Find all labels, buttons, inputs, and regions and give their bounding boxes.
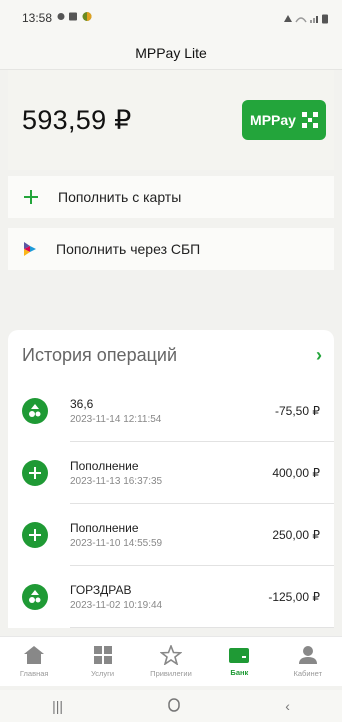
nav-item-services[interactable]: Услуги — [73, 645, 133, 678]
star-icon — [159, 645, 182, 665]
operation-amount: -125,00 ₽ — [268, 590, 320, 604]
topup-card-button[interactable]: Пополнить с карты — [8, 176, 334, 218]
nav-item-privileges[interactable]: Привилегии — [141, 645, 201, 678]
topup-sbp-button[interactable]: Пополнить через СБП — [8, 228, 334, 270]
nav-label-home: Главная — [19, 669, 49, 678]
pharmacy-icon — [22, 584, 48, 610]
wallet-icon — [229, 648, 250, 663]
operation-row[interactable]: ГОРЗДРАВ 2023-11-02 10:19:44 -125,00 ₽ — [8, 566, 334, 628]
operation-title: Пополнение — [70, 521, 139, 535]
pharmacy-icon — [22, 398, 48, 424]
operations-history: История операций › 36,6 2023-11-14 12:11… — [8, 330, 334, 628]
topup-sbp-label: Пополнить через СБП — [56, 241, 201, 257]
home-circle-icon[interactable] — [167, 697, 181, 715]
status-bar: 13:58 — [0, 0, 342, 36]
balance-amount: 593,59 ₽ — [22, 104, 132, 135]
nav-label-bank: Банк — [230, 668, 249, 677]
history-title: История операций — [22, 344, 178, 365]
notification-icons — [57, 11, 95, 25]
home-icon — [24, 646, 45, 664]
operation-title: ГОРЗДРАВ — [70, 583, 132, 597]
nav-label-cabinet: Кабинет — [293, 669, 323, 678]
sbp-logo-icon — [24, 242, 36, 256]
nav-label-services: Услуги — [91, 669, 115, 678]
app-title: MPPay Lite — [135, 44, 207, 61]
operation-row[interactable]: Пополнение 2023-11-13 16:37:35 400,00 ₽ — [8, 442, 334, 504]
status-right — [282, 13, 330, 24]
operation-amount: -75,50 ₽ — [275, 404, 320, 418]
operation-amount: 400,00 ₽ — [272, 466, 320, 480]
bottom-nav: Главная Услуги Привилегии Банк Кабинет — [0, 636, 342, 686]
system-status-icons — [284, 14, 328, 23]
nav-item-home[interactable]: Главная — [4, 645, 64, 678]
nav-item-bank[interactable]: Банк — [209, 646, 269, 677]
status-left: 13:58 — [22, 11, 95, 25]
app-header: MPPay Lite — [0, 36, 342, 70]
operation-row[interactable]: Пополнение 2023-11-10 14:55:59 250,00 ₽ — [8, 504, 334, 566]
back-icon[interactable]: ‹ — [285, 698, 290, 714]
grid-icon — [93, 646, 112, 664]
status-time: 13:58 — [22, 11, 53, 25]
history-header[interactable]: История операций › — [8, 330, 334, 380]
plus-icon — [22, 188, 40, 206]
plus-icon — [22, 522, 48, 548]
operation-amount: 250,00 ₽ — [272, 528, 320, 542]
topup-card-label: Пополнить с карты — [58, 189, 182, 205]
operation-row[interactable]: 36,6 2023-11-14 12:11:54 -75,50 ₽ — [8, 380, 334, 442]
operation-date: 2023-11-02 10:19:44 — [70, 600, 163, 611]
user-icon — [298, 646, 317, 664]
recent-apps-icon[interactable]: ||| — [52, 698, 63, 714]
operation-date: 2023-11-13 16:37:35 — [70, 476, 163, 487]
nav-item-cabinet[interactable]: Кабинет — [278, 645, 338, 678]
operation-date: 2023-11-14 12:11:54 — [70, 414, 162, 425]
mppay-qr-button[interactable]: MPPay — [242, 100, 326, 140]
mppay-label: MPPay — [250, 112, 296, 128]
qr-code-icon — [301, 112, 318, 128]
balance-card: 593,59 ₽ MPPay — [8, 70, 334, 170]
nav-label-privileges: Привилегии — [150, 669, 192, 678]
system-nav-bar: ||| ‹ — [0, 690, 342, 722]
operation-date: 2023-11-10 14:55:59 — [70, 538, 163, 549]
plus-icon — [22, 460, 48, 486]
operation-title: 36,6 — [70, 397, 94, 411]
chevron-right-icon[interactable]: › — [316, 345, 322, 366]
operation-title: Пополнение — [70, 459, 139, 473]
